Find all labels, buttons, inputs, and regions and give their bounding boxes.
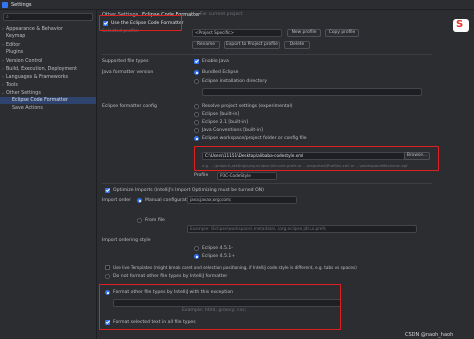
sidebar-item-plugins[interactable]: Plugins xyxy=(0,49,96,56)
formatter-config-label: Eclipse formatter config xyxy=(102,104,157,109)
sidebar-item-appearance[interactable]: › Appearance & Behavior xyxy=(0,25,96,32)
style-old-label: Eclipse 4.5.1- xyxy=(202,246,233,251)
new-profile-button[interactable]: New profile xyxy=(287,29,321,37)
delete-button[interactable]: Delete xyxy=(284,41,310,49)
title-bar: Settings xyxy=(0,0,474,10)
export-profile-button[interactable]: Export to Project profile xyxy=(224,41,280,49)
sidebar-item-languages[interactable]: › Languages & Frameworks xyxy=(0,73,96,80)
resolve-project-radio[interactable] xyxy=(194,104,199,109)
profile-select[interactable]: <Project Specific> xyxy=(192,29,282,37)
resolve-project-label: Resolve project settings (experimental) xyxy=(202,104,293,109)
style-new-radio[interactable] xyxy=(194,254,199,259)
import-order-field[interactable]: java;javax;org;com; xyxy=(187,196,297,204)
eclipse-21-radio[interactable] xyxy=(194,120,199,125)
sidebar-item-keymap[interactable]: Keymap xyxy=(0,33,96,40)
use-templates-label: Use live Templates (might break caret an… xyxy=(113,265,357,270)
from-file-radio[interactable] xyxy=(137,218,142,223)
sidebar-search-input[interactable]: ⌕ xyxy=(3,13,93,21)
manual-configuration-radio[interactable] xyxy=(137,198,142,203)
java-conventions-radio[interactable] xyxy=(194,128,199,133)
style-old-radio[interactable] xyxy=(194,246,199,251)
installation-directory-radio[interactable] xyxy=(194,79,199,84)
bundled-eclipse-label: Bundled Eclipse xyxy=(202,70,239,75)
workspace-config-label: Eclipse workspace/project folder or conf… xyxy=(202,136,307,141)
window-title: Settings xyxy=(11,2,32,8)
misc-highlight-box xyxy=(99,284,341,330)
import-order-label: Import order xyxy=(102,198,131,203)
app-icon xyxy=(2,2,8,8)
sidebar-item-save-actions[interactable]: Save Actions xyxy=(0,105,96,112)
divider xyxy=(102,183,432,184)
sidebar-item-version-control[interactable]: › Version Control xyxy=(0,57,96,64)
rename-button[interactable]: Rename xyxy=(192,41,220,49)
brand-logo: S xyxy=(453,19,469,32)
import-style-label: Import ordering style xyxy=(102,238,151,243)
eclipse-builtin-label: Eclipse [built-in] xyxy=(202,112,240,117)
sidebar-item-build[interactable]: › Build, Execution, Deployment xyxy=(0,65,96,72)
installation-directory-field[interactable] xyxy=(202,88,422,96)
copy-profile-button[interactable]: Copy profile xyxy=(325,29,359,37)
config-highlight-box xyxy=(194,146,439,171)
scope-label: For current project xyxy=(200,12,243,17)
settings-panel: Other Settings › Eclipse Code Formatter … xyxy=(97,10,474,339)
enable-java-label: Enable Java xyxy=(202,59,229,64)
eclipse-21-label: Eclipse 2.1 [built-in] xyxy=(202,120,248,125)
formatter-highlight-box xyxy=(99,15,182,31)
watermark: CSDN @naoh_haoh xyxy=(405,332,454,338)
style-new-label: Eclipse 4.5.1+ xyxy=(202,254,236,259)
sidebar-item-eclipse-code-formatter[interactable]: Eclipse Code Formatter xyxy=(0,97,96,104)
eclipse-builtin-radio[interactable] xyxy=(194,112,199,117)
divider xyxy=(102,54,432,55)
profile-name-select[interactable]: P3C-CodeStyle xyxy=(217,172,277,180)
formatter-version-label: Java formatter version xyxy=(102,70,154,75)
optimize-imports-label: Optimize Imports (IntelliJ's Import Opti… xyxy=(113,188,264,193)
profile-label: Profile xyxy=(194,173,209,178)
supported-file-types-label: Supported file types xyxy=(102,59,149,64)
do-not-format-radio[interactable] xyxy=(105,274,110,279)
workspace-config-radio[interactable] xyxy=(194,136,199,141)
search-icon: ⌕ xyxy=(6,14,9,20)
use-templates-checkbox[interactable] xyxy=(105,265,110,270)
sidebar-item-editor[interactable]: › Editor xyxy=(0,41,96,48)
import-file-field[interactable]: Example: \Eclipse\workspace\.metadata\..… xyxy=(187,225,417,233)
enable-java-checkbox[interactable] xyxy=(194,59,199,64)
bundled-eclipse-radio[interactable] xyxy=(194,70,199,75)
sidebar-item-tools[interactable]: › Tools xyxy=(0,81,96,88)
java-conventions-label: Java Conventions [built-in] xyxy=(202,128,263,133)
sidebar-item-other-settings[interactable]: ⌄Other Settings xyxy=(0,89,96,96)
sidebar: ⌕ › Appearance & Behavior Keymap › Editor … xyxy=(0,10,97,339)
do-not-format-label: Do not format other file types by Intell… xyxy=(113,274,228,279)
optimize-imports-checkbox[interactable] xyxy=(105,188,110,193)
from-file-label: From file xyxy=(145,218,165,223)
logo-icon: S xyxy=(456,19,464,30)
installation-directory-label: Eclipse installation directory xyxy=(202,79,267,84)
